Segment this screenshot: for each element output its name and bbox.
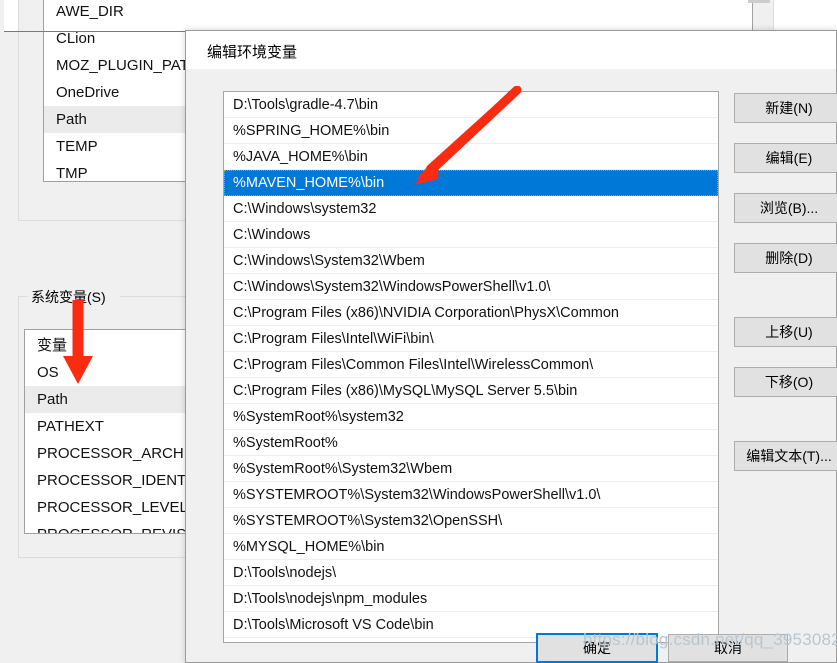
edit-button[interactable]: 编辑(E) <box>734 143 837 173</box>
list-item[interactable]: C:\Program Files (x86)\MySQL\MySQL Serve… <box>224 378 718 404</box>
list-item[interactable]: %SystemRoot% <box>224 430 718 456</box>
watermark: https://blog.csdn.net/qq_39530821 <box>583 630 837 649</box>
list-item[interactable]: %SYSTEMROOT%\System32\WindowsPowerShell\… <box>224 482 718 508</box>
system-variables-legend: 系统变量(S) <box>28 287 109 307</box>
list-item[interactable]: %SPRING_HOME%\bin <box>224 118 718 144</box>
list-item[interactable]: C:\Program Files\Common Files\Intel\Wire… <box>224 352 718 378</box>
edit-environment-variable-dialog: 编辑环境变量 D:\Tools\gradle-4.7\bin %SPRING_H… <box>185 30 837 663</box>
list-item[interactable]: C:\Program Files (x86)\NVIDIA Corporatio… <box>224 300 718 326</box>
edit-text-button[interactable]: 编辑文本(T)... <box>734 441 837 471</box>
path-entries-list[interactable]: D:\Tools\gradle-4.7\bin %SPRING_HOME%\bi… <box>223 91 719 643</box>
list-item[interactable]: AWE_DIR <box>44 0 752 25</box>
list-item[interactable]: C:\Program Files\Intel\WiFi\bin\ <box>224 326 718 352</box>
list-item[interactable]: D:\Tools\nodejs\npm_modules <box>224 586 718 612</box>
browse-button[interactable]: 浏览(B)... <box>734 193 837 223</box>
scrollbar-thumb[interactable] <box>748 0 770 3</box>
list-item[interactable]: D:\Tools\gradle-4.7\bin <box>224 92 718 118</box>
move-up-button[interactable]: 上移(U) <box>734 317 837 347</box>
list-item[interactable]: C:\Windows\System32\WindowsPowerShell\v1… <box>224 274 718 300</box>
list-item[interactable]: %SYSTEMROOT%\System32\OpenSSH\ <box>224 508 718 534</box>
dialog-title: 编辑环境变量 <box>207 44 298 61</box>
list-item[interactable]: C:\Windows <box>224 222 718 248</box>
list-item[interactable]: %MYSQL_HOME%\bin <box>224 534 718 560</box>
list-item[interactable]: %JAVA_HOME%\bin <box>224 144 718 170</box>
delete-button[interactable]: 删除(D) <box>734 243 837 273</box>
move-down-button[interactable]: 下移(O) <box>734 367 837 397</box>
list-item[interactable]: %SystemRoot%\system32 <box>224 404 718 430</box>
window-left-edge <box>0 0 4 663</box>
list-item[interactable]: %SystemRoot%\System32\Wbem <box>224 456 718 482</box>
list-item-selected[interactable]: %MAVEN_HOME%\bin <box>224 170 718 196</box>
list-item[interactable]: C:\Windows\system32 <box>224 196 718 222</box>
list-item[interactable]: D:\Tools\nodejs\ <box>224 560 718 586</box>
list-item[interactable]: C:\Windows\System32\Wbem <box>224 248 718 274</box>
new-button[interactable]: 新建(N) <box>734 93 837 123</box>
